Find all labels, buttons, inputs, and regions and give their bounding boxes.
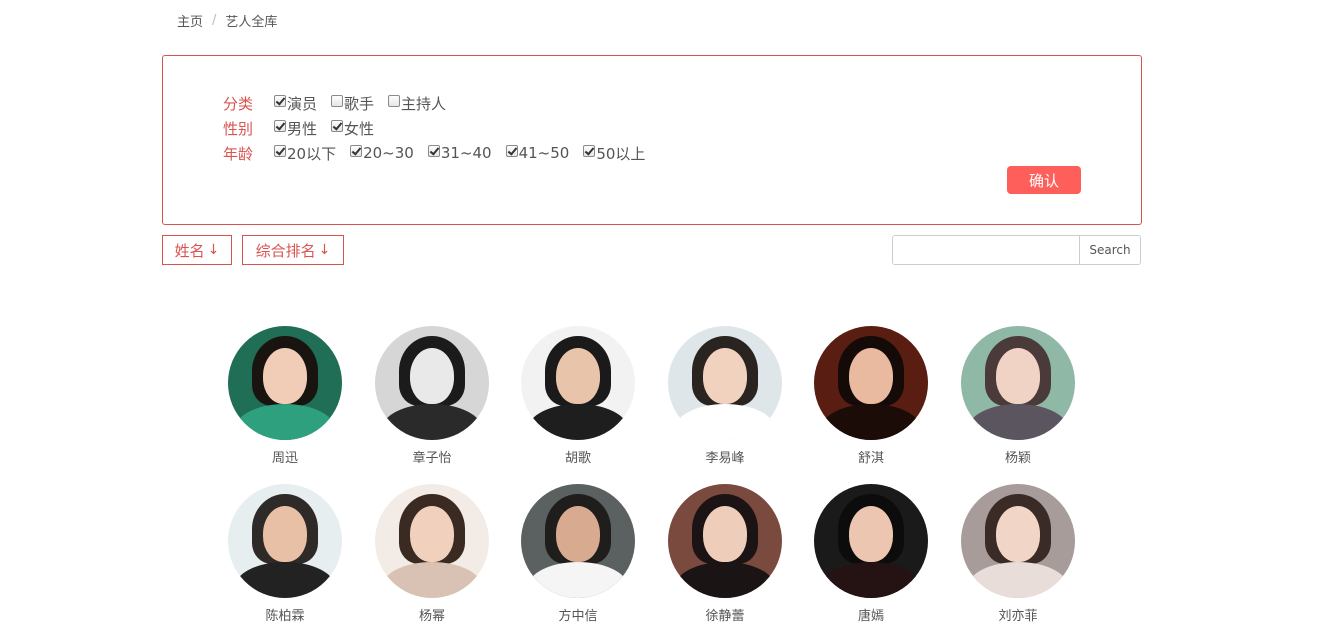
category-option[interactable]: 歌手 [331,93,374,114]
artist-card[interactable]: 胡歌 [521,326,635,466]
breadcrumb-home-link[interactable]: 主页 [177,11,203,30]
confirm-button[interactable]: 确认 [1007,166,1081,194]
option-label: 20~30 [363,144,414,162]
arrow-down-icon: ↓ [207,242,220,258]
checkbox[interactable] [427,145,440,157]
artist-avatar[interactable] [961,326,1075,440]
gender-option[interactable]: 女性 [331,118,374,139]
artist-card[interactable]: 周迅 [228,326,342,466]
filter-label-gender: 性别 [223,119,254,138]
artist-name[interactable]: 胡歌 [521,447,635,466]
artist-name[interactable]: 杨颖 [961,447,1075,466]
artist-avatar[interactable] [375,326,489,440]
option-label: 演员 [287,94,318,113]
artist-avatar[interactable] [814,326,928,440]
sort-by-name-label: 姓名 [174,241,205,260]
age-option[interactable]: 50以上 [583,143,645,164]
age-option[interactable]: 31~40 [427,143,492,164]
artist-card[interactable]: 舒淇 [814,326,928,466]
filter-label-age: 年龄 [223,144,254,163]
category-option[interactable]: 主持人 [388,93,446,114]
breadcrumb-current: 艺人全库 [225,15,278,30]
artist-card[interactable]: 陈柏霖 [228,484,342,624]
gender-options: 男性 女性 [274,118,388,139]
artist-name[interactable]: 舒淇 [814,447,928,466]
artist-name[interactable]: 唐嫣 [814,605,928,624]
sort-by-name-button[interactable]: 姓名 ↓ [162,235,232,265]
artist-card[interactable]: 李易峰 [668,326,782,466]
checkbox[interactable] [274,145,286,157]
option-label: 歌手 [344,94,375,113]
option-label: 20以下 [287,144,337,163]
artist-avatar[interactable] [668,326,782,440]
age-options: 20以下 20~30 31~40 41~50 50以上 [274,143,659,164]
checkbox[interactable] [505,145,518,157]
filter-row-gender: 性别 男性 女性 [223,117,388,139]
checkbox[interactable] [583,145,596,157]
artist-name[interactable]: 徐静蕾 [668,605,782,624]
artist-avatar[interactable] [521,484,635,598]
search-input[interactable] [893,236,1079,264]
option-label: 女性 [344,119,375,138]
option-label: 主持人 [401,94,447,113]
artist-name[interactable]: 章子怡 [375,447,489,466]
artist-avatar[interactable] [668,484,782,598]
checkbox[interactable] [274,95,286,107]
artist-avatar[interactable] [521,326,635,440]
artist-name[interactable]: 周迅 [228,447,342,466]
filter-label-category: 分类 [223,94,254,113]
search-button[interactable]: Search [1079,236,1140,264]
artist-avatar[interactable] [375,484,489,598]
breadcrumb: 主页 / 艺人全库 [177,11,277,30]
artist-avatar[interactable] [228,326,342,440]
artist-card[interactable]: 徐静蕾 [668,484,782,624]
category-option[interactable]: 演员 [274,93,317,114]
checkbox[interactable] [274,120,286,132]
gender-option[interactable]: 男性 [274,118,317,139]
sort-by-rank-button[interactable]: 综合排名 ↓ [242,235,344,265]
age-option[interactable]: 20以下 [274,143,336,164]
arrow-down-icon: ↓ [318,242,331,258]
age-option[interactable]: 20~30 [350,143,414,164]
artist-card[interactable]: 章子怡 [375,326,489,466]
filter-row-category: 分类 演员 歌手 主持人 [223,92,460,114]
artist-card[interactable]: 方中信 [521,484,635,624]
artist-card[interactable]: 杨颖 [961,326,1075,466]
artist-name[interactable]: 刘亦菲 [961,605,1075,624]
checkbox[interactable] [331,120,344,132]
checkbox[interactable] [331,95,344,107]
filter-row-age: 年龄 20以下 20~30 31~40 41~50 50以上 [223,142,659,164]
artist-avatar[interactable] [814,484,928,598]
age-option[interactable]: 41~50 [505,143,570,164]
artist-avatar[interactable] [228,484,342,598]
sort-by-rank-label: 综合排名 [255,241,316,260]
artist-name[interactable]: 方中信 [521,605,635,624]
option-label: 41~50 [518,144,570,162]
option-label: 男性 [287,119,318,138]
artist-avatar[interactable] [961,484,1075,598]
artist-name[interactable]: 杨幂 [375,605,489,624]
checkbox[interactable] [350,145,363,157]
breadcrumb-separator: / [212,13,217,28]
search-bar: Search [892,235,1141,265]
artist-card[interactable]: 杨幂 [375,484,489,624]
checkbox[interactable] [388,95,401,107]
artist-name[interactable]: 陈柏霖 [228,605,342,624]
option-label: 50以上 [596,144,646,163]
artist-name[interactable]: 李易峰 [668,447,782,466]
artist-card[interactable]: 唐嫣 [814,484,928,624]
option-label: 31~40 [440,144,492,162]
category-options: 演员 歌手 主持人 [274,93,460,114]
filter-panel: 分类 演员 歌手 主持人 性别 男性 女性 年龄 20以下 20~30 31~40 41~5… [162,55,1142,225]
artist-card[interactable]: 刘亦菲 [961,484,1075,624]
